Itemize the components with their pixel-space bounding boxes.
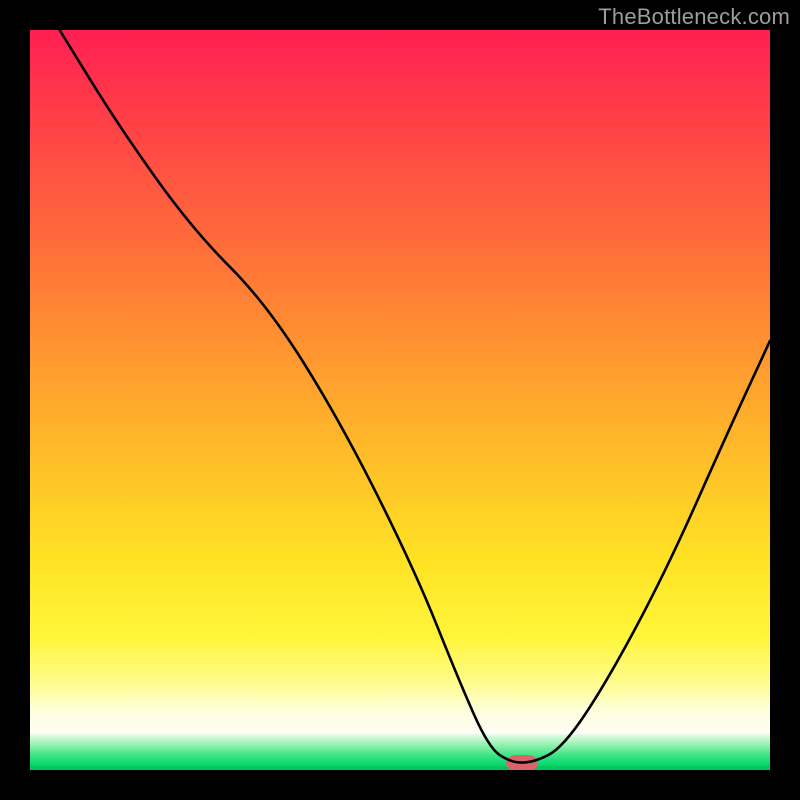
bottleneck-curve <box>30 30 770 770</box>
curve-path <box>60 30 770 763</box>
chart-frame: TheBottleneck.com <box>0 0 800 800</box>
watermark-text: TheBottleneck.com <box>598 4 790 30</box>
plot-area <box>30 30 770 770</box>
